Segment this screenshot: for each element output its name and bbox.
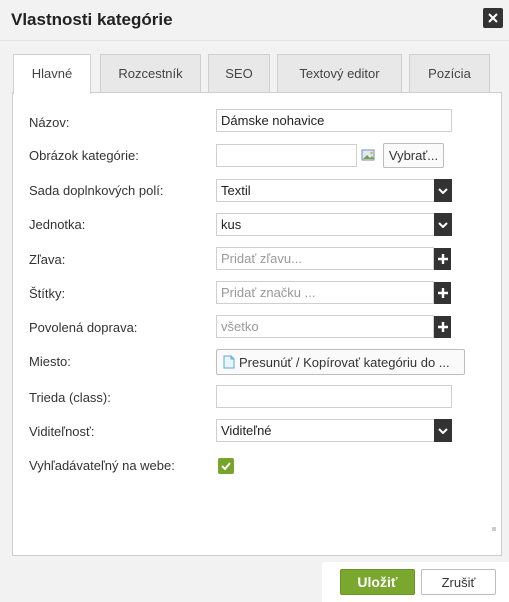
- save-button[interactable]: Uložiť: [340, 569, 415, 595]
- shipping-input[interactable]: všetko: [216, 315, 434, 338]
- shipping-label: Povolená doprava:: [29, 320, 138, 335]
- tab-seo[interactable]: SEO: [208, 54, 270, 92]
- class-input[interactable]: [216, 385, 452, 408]
- dialog-title: Vlastnosti kategórie: [11, 10, 173, 29]
- searchable-checkbox[interactable]: [218, 458, 234, 474]
- move-copy-category-label: Presunúť / Kopírovať kategóriu do ...: [239, 354, 450, 370]
- fieldset-label: Sada doplnkových polí:: [29, 183, 164, 198]
- fieldset-select-value: Textil: [221, 183, 251, 198]
- close-icon: [488, 13, 498, 23]
- image-picker-icon[interactable]: [361, 148, 376, 163]
- unit-select-value: kus: [221, 217, 242, 232]
- searchable-label: Vyhľadávateľný na webe:: [29, 458, 175, 473]
- add-discount-button[interactable]: [434, 248, 451, 270]
- visibility-select-value: Viditeľné: [221, 423, 272, 438]
- fieldset-select[interactable]: Textil: [216, 179, 452, 202]
- chevron-down-icon: [434, 213, 452, 236]
- dialog-titlebar: Vlastnosti kategórie: [0, 0, 509, 41]
- document-icon: [223, 355, 235, 369]
- visibility-label: Viditeľnosť:: [29, 424, 95, 439]
- plus-icon: [437, 288, 448, 298]
- class-label: Trieda (class):: [29, 390, 111, 405]
- image-label: Obrázok kategórie:: [29, 148, 139, 163]
- location-label: Miesto:: [29, 354, 71, 369]
- name-input[interactable]: Dámske nohavice: [216, 109, 452, 132]
- tab-textovy-editor[interactable]: Textový editor: [277, 54, 402, 92]
- resize-grip[interactable]: [492, 527, 496, 531]
- image-input[interactable]: [216, 144, 357, 167]
- discount-input[interactable]: Pridať zľavu...: [216, 247, 434, 270]
- tab-pozicia[interactable]: Pozícia: [409, 54, 490, 92]
- image-browse-button[interactable]: Vybrať...: [383, 143, 444, 168]
- tags-label: Štítky:: [29, 286, 66, 301]
- discount-label: Zľava:: [29, 252, 66, 267]
- tab-rozcestnik[interactable]: Rozcestník: [100, 54, 201, 92]
- visibility-select[interactable]: Viditeľné: [216, 419, 452, 442]
- add-shipping-button[interactable]: [434, 316, 451, 338]
- close-button[interactable]: [483, 8, 503, 28]
- chevron-down-icon: [434, 419, 452, 442]
- chevron-down-icon: [434, 179, 452, 202]
- move-copy-category-button[interactable]: Presunúť / Kopírovať kategóriu do ...: [216, 349, 465, 375]
- plus-icon: [437, 322, 448, 332]
- unit-select[interactable]: kus: [216, 213, 452, 236]
- add-tag-button[interactable]: [434, 282, 451, 304]
- plus-icon: [437, 254, 448, 264]
- tags-input[interactable]: Pridať značku ...: [216, 281, 434, 304]
- cancel-button[interactable]: Zrušiť: [421, 569, 496, 595]
- tab-hlavne[interactable]: Hlavné: [13, 54, 91, 94]
- checkmark-icon: [221, 462, 231, 470]
- name-label: Názov:: [29, 115, 70, 130]
- unit-label: Jednotka:: [29, 217, 86, 232]
